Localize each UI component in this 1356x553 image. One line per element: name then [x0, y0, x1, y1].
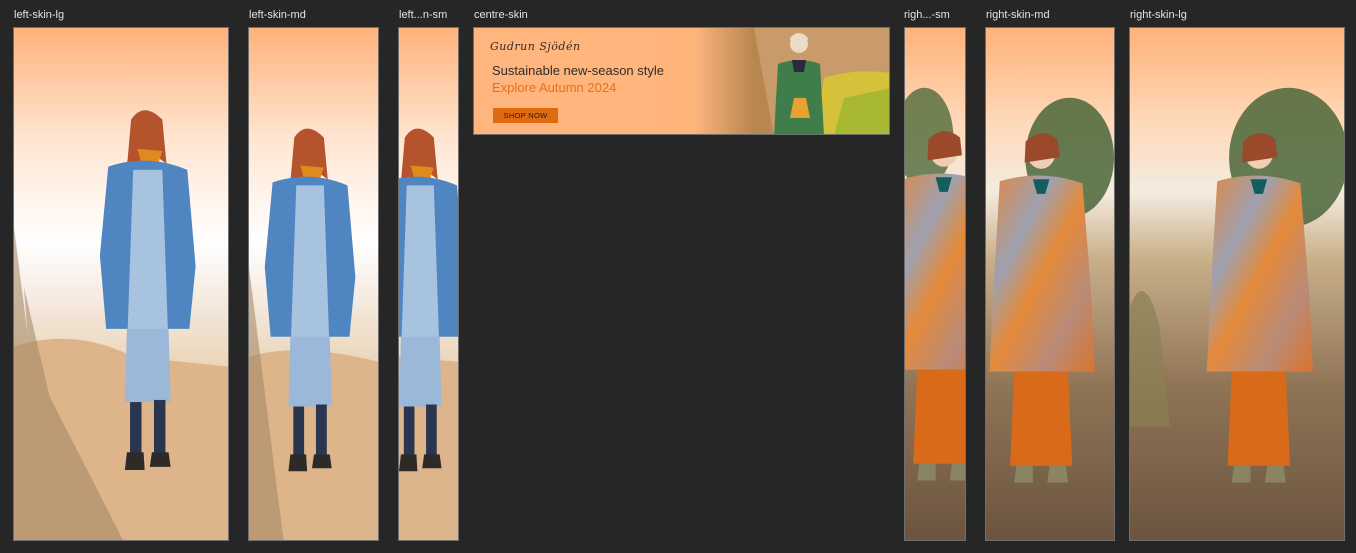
- centre-skin-banner[interactable]: Gudrun Sjödén Sustainable new-season sty…: [473, 27, 890, 135]
- left-skin-lg-preview[interactable]: [13, 27, 229, 541]
- right-skin-sm-image: [905, 28, 965, 540]
- right-skin-lg-image: [1130, 28, 1344, 540]
- banner-photo: [694, 28, 889, 134]
- right-skin-lg-preview[interactable]: [1129, 27, 1345, 541]
- right-skin-md-image: [986, 28, 1114, 540]
- label-right-skin-lg: right-skin-lg: [1130, 9, 1187, 21]
- label-right-skin-sm: righ...-sm: [904, 9, 950, 21]
- right-skin-md-preview[interactable]: [985, 27, 1115, 541]
- banner-subheadline: Explore Autumn 2024: [492, 80, 617, 95]
- left-skin-md-preview[interactable]: [248, 27, 379, 541]
- brand-logo: Gudrun Sjödén: [490, 40, 581, 53]
- label-left-skin-lg: left-skin-lg: [14, 9, 65, 21]
- left-skin-lg-image: [14, 28, 228, 540]
- right-skin-sm-preview[interactable]: [904, 27, 966, 541]
- label-left-skin-md: left-skin-md: [249, 9, 306, 21]
- banner-headline: Sustainable new-season style: [492, 63, 664, 78]
- label-right-skin-md: right-skin-md: [986, 9, 1050, 21]
- label-centre-skin: centre-skin: [474, 9, 528, 21]
- left-skin-sm-preview[interactable]: [398, 27, 459, 541]
- left-skin-sm-image: [399, 28, 458, 540]
- left-skin-md-image: [249, 28, 378, 540]
- shop-now-button[interactable]: SHOP NOW: [493, 108, 558, 123]
- label-left-skin-sm: left...n-sm: [399, 9, 448, 21]
